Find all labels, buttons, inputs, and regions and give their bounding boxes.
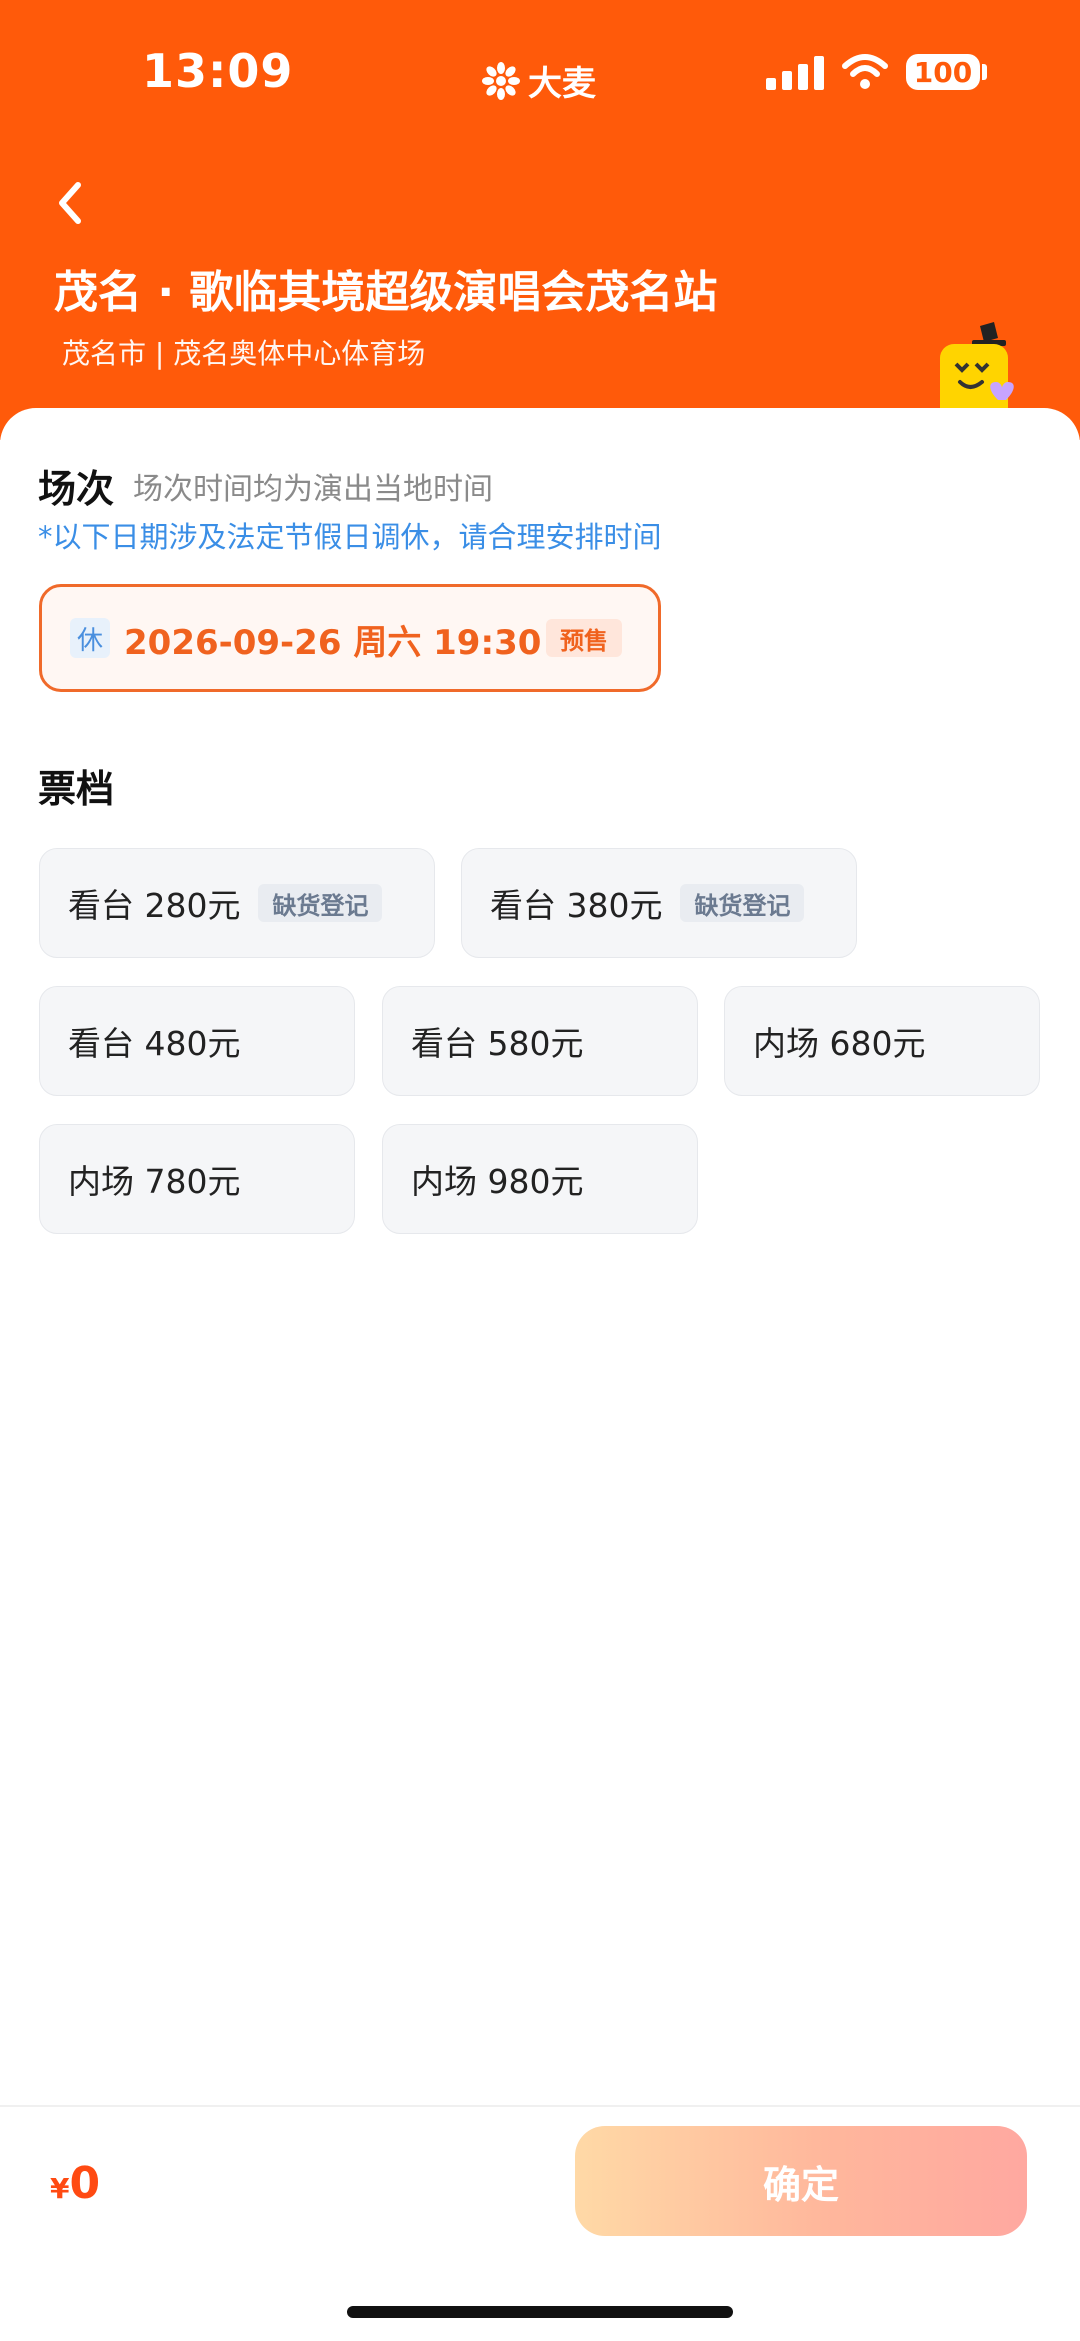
out-of-stock-register-tag: 缺货登记 xyxy=(258,884,383,922)
tier-label: 看台 280元 xyxy=(68,886,241,925)
brand-name: 大麦 xyxy=(528,64,596,104)
tier-label: 内场 780元 xyxy=(68,1162,241,1201)
header: 13:09 大麦 100 茂名 · 歌临其境超级演唱会茂名站 茂名市 | 茂名奥… xyxy=(0,0,1080,440)
footer-divider xyxy=(0,2105,1080,2107)
tier-label: 内场 980元 xyxy=(411,1162,584,1201)
damai-flower-icon xyxy=(482,61,520,100)
ticket-tier-stand-580[interactable]: 看台 580元 xyxy=(382,986,698,1096)
status-bar: 13:09 大麦 100 xyxy=(0,0,1080,150)
brand-logo: 大麦 xyxy=(482,56,596,105)
home-indicator[interactable] xyxy=(347,2306,733,2318)
ticket-tier-floor-680[interactable]: 内场 680元 xyxy=(724,986,1040,1096)
signal-icon xyxy=(766,56,824,90)
out-of-stock-register-tag: 缺货登记 xyxy=(680,884,805,922)
rest-day-tag: 休 xyxy=(70,618,110,658)
ticket-tier-stand-380[interactable]: 看台 380元 缺货登记 xyxy=(461,848,857,958)
ticket-tier-stand-280[interactable]: 看台 280元 缺货登记 xyxy=(39,848,435,958)
tier-label: 看台 580元 xyxy=(411,1024,584,1063)
total-price: ¥0 xyxy=(50,2158,100,2209)
battery-level: 100 xyxy=(913,55,973,89)
presale-tag: 预售 xyxy=(546,619,622,657)
tier-label: 内场 680元 xyxy=(753,1024,926,1063)
battery-tip xyxy=(982,64,987,80)
tier-label: 看台 380元 xyxy=(490,886,663,925)
status-time: 13:09 xyxy=(142,44,294,98)
session-subtitle: 场次时间均为演出当地时间 xyxy=(133,472,493,507)
battery-icon: 100 xyxy=(906,54,980,90)
wifi-icon xyxy=(842,54,888,89)
ticket-tier-floor-980[interactable]: 内场 980元 xyxy=(382,1124,698,1234)
event-title: 茂名 · 歌临其境超级演唱会茂名站 xyxy=(54,267,718,318)
event-venue: 茂名市 | 茂名奥体中心体育场 xyxy=(62,337,426,370)
session-datetime: 2026-09-26 周六 19:30 xyxy=(124,623,542,663)
currency-symbol: ¥ xyxy=(50,2172,70,2205)
confirm-button[interactable]: 确定 xyxy=(575,2126,1027,2236)
holiday-notice: *以下日期涉及法定节假日调休，请合理安排时间 xyxy=(38,520,662,554)
total-amount: 0 xyxy=(69,2158,101,2209)
ticket-tier-stand-480[interactable]: 看台 480元 xyxy=(39,986,355,1096)
session-option[interactable]: 休 2026-09-26 周六 19:30 预售 xyxy=(39,584,661,692)
back-arrow-icon[interactable] xyxy=(48,175,92,231)
tier-label: 看台 480元 xyxy=(68,1024,241,1063)
tiers-title: 票档 xyxy=(38,767,115,811)
session-title: 场次 xyxy=(38,467,115,511)
ticket-tier-floor-780[interactable]: 内场 780元 xyxy=(39,1124,355,1234)
